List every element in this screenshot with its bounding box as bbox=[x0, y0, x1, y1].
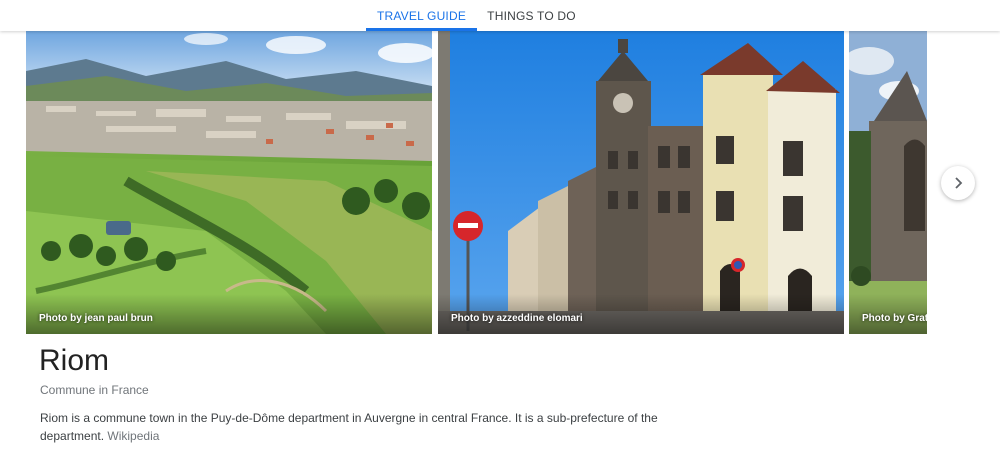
photo-street[interactable]: Photo by azzeddine elomari bbox=[438, 31, 844, 334]
photo-credit: Photo by jean paul brun bbox=[39, 313, 153, 324]
knowledge-panel: TRAVEL GUIDE THINGS TO DO Photo by jean … bbox=[0, 0, 1000, 462]
church-image bbox=[849, 31, 927, 334]
landscape-image bbox=[26, 31, 432, 334]
street-image bbox=[438, 31, 844, 334]
tab-bar: TRAVEL GUIDE THINGS TO DO bbox=[0, 0, 1000, 31]
photo-landscape[interactable]: Photo by jean paul brun bbox=[26, 31, 432, 334]
tab-things-to-do[interactable]: THINGS TO DO bbox=[480, 0, 583, 31]
place-description: Riom is a commune town in the Puy-de-Dôm… bbox=[40, 409, 660, 445]
photo-credit: Photo by azzeddine elomari bbox=[451, 313, 583, 324]
wikipedia-link[interactable]: Wikipedia bbox=[107, 429, 159, 443]
photo-credit: Photo by Grati bbox=[862, 313, 927, 324]
photo-church[interactable]: Photo by Grati bbox=[849, 31, 927, 334]
chevron-right-icon bbox=[955, 177, 963, 189]
place-subtitle: Commune in France bbox=[40, 383, 149, 397]
carousel-next-button[interactable] bbox=[941, 166, 975, 200]
tab-travel-guide[interactable]: TRAVEL GUIDE bbox=[366, 0, 477, 31]
place-title: Riom bbox=[39, 344, 110, 377]
